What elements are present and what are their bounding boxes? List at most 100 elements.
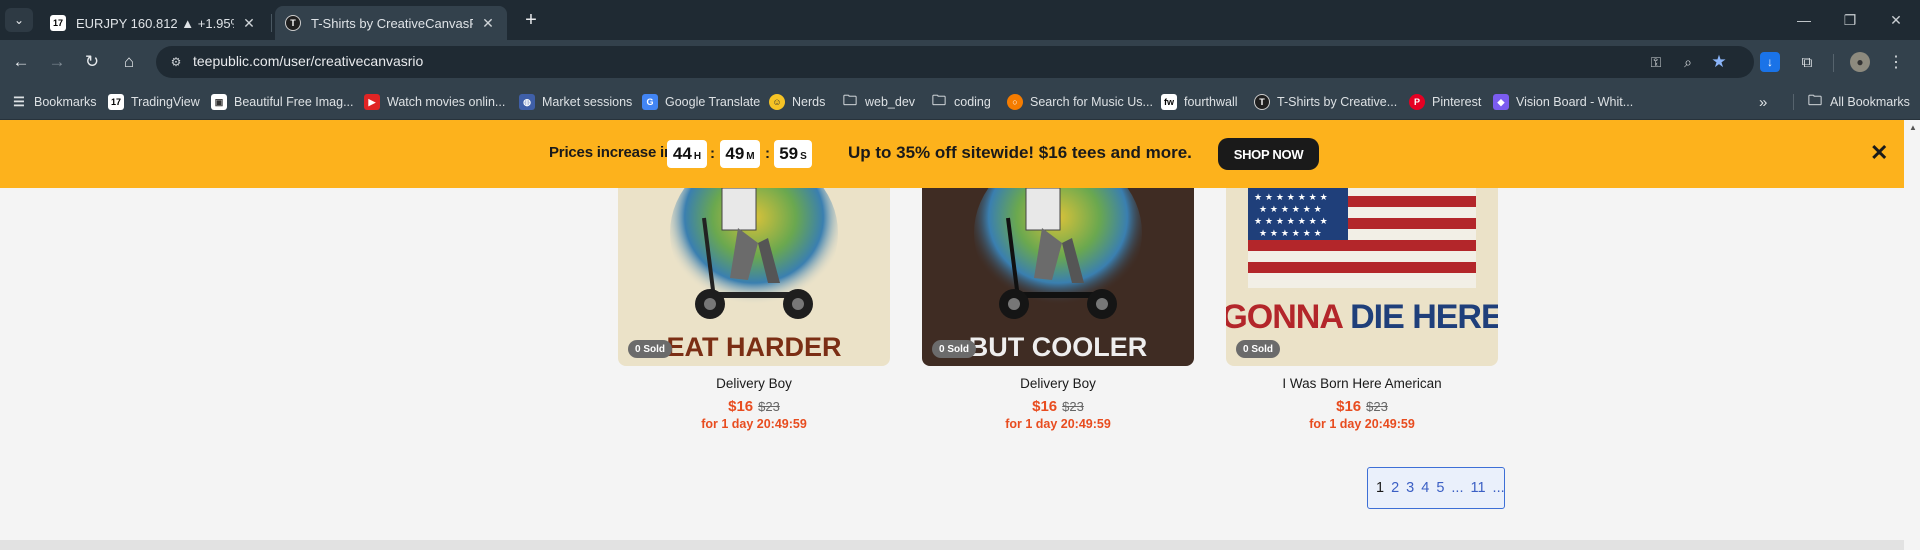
page-link[interactable]: 2	[1391, 480, 1399, 496]
bookmark-coding[interactable]: 🗀 coding	[931, 92, 991, 112]
bookmarks-divider	[1793, 94, 1794, 110]
product-price: $16 $23	[922, 398, 1194, 416]
close-icon[interactable]: ✕	[479, 14, 497, 32]
countdown-separator: :	[710, 145, 715, 162]
new-tab-button[interactable]: +	[519, 8, 543, 32]
product-card[interactable]: EAT HARDER 0 Sold Delivery Boy $16 $23 fo…	[618, 188, 890, 431]
smiley-icon: ☺	[769, 94, 785, 110]
page-link[interactable]: 11	[1470, 480, 1485, 496]
bookmark-nerds[interactable]: ☺ Nerds	[769, 92, 825, 112]
extensions-icon[interactable]: ⧉	[1797, 52, 1817, 72]
bookmark-web-dev[interactable]: 🗀 web_dev	[842, 92, 915, 112]
fourthwall-icon: fw	[1161, 94, 1177, 110]
url-text[interactable]: teepublic.com/user/creativecanvasrio	[193, 53, 423, 69]
tab-eurjpy[interactable]: 17 EURJPY 160.812 ▲ +1.95% Trad ✕	[40, 6, 268, 40]
promo-lead: Prices increase in	[549, 144, 673, 161]
tradingview-icon: 17	[108, 94, 124, 110]
bookmark-star-icon[interactable]: ★	[1709, 52, 1729, 72]
countdown-hours: 44 H	[667, 140, 707, 168]
bookmark-watch-movies[interactable]: ▶ Watch movies onlin...	[364, 92, 505, 112]
bookmark-tshirts[interactable]: T T-Shirts by Creative...	[1254, 92, 1397, 112]
product-card[interactable]: BUT COOLER 0 Sold Delivery Boy $16 $23 fo…	[922, 188, 1194, 431]
menu-icon[interactable]: ⋮	[1886, 52, 1906, 72]
product-name[interactable]: Delivery Boy	[618, 376, 890, 391]
home-button[interactable]: ⌂	[117, 50, 141, 74]
countdown-seconds: 59 S	[774, 140, 812, 168]
product-image[interactable]: BUT COOLER 0 Sold	[922, 188, 1194, 366]
page-link[interactable]: 5	[1436, 480, 1444, 496]
folder-icon: 🗀	[932, 92, 946, 108]
back-button[interactable]: ←	[9, 50, 33, 74]
footer-divider	[0, 540, 1904, 550]
bookmark-tradingview[interactable]: 17 TradingView	[108, 92, 200, 112]
bookmarks-bar: ☰ Bookmarks 17 TradingView ▣ Beautiful Free…	[0, 84, 1920, 120]
translate-icon: G	[642, 94, 658, 110]
play-icon: ▶	[364, 94, 380, 110]
sale-price: $16	[728, 398, 754, 415]
promo-headline: Up to 35% off sitewide! $16 tees and mor…	[848, 143, 1192, 162]
forward-button[interactable]: →	[45, 50, 69, 74]
bookmark-bookmarks[interactable]: ☰ Bookmarks	[11, 92, 96, 112]
sold-badge: 0 Sold	[628, 340, 673, 358]
slogan-text: EAT HARDER	[667, 332, 842, 362]
bookmark-pinterest[interactable]: P Pinterest	[1409, 92, 1481, 112]
tab-search-button[interactable]: ⌄	[5, 8, 33, 32]
sale-timer: for 1 day 20:49:59	[701, 417, 807, 431]
page-ellipsis[interactable]: ...	[1493, 480, 1505, 496]
product-price: $16 $23	[618, 398, 890, 416]
zoom-icon[interactable]: ⌕	[1678, 52, 1698, 72]
original-price: $23	[758, 399, 780, 414]
product-image[interactable]: EAT HARDER 0 Sold	[618, 188, 890, 366]
close-icon[interactable]: ✕	[1870, 140, 1888, 166]
folder-icon: 🗀	[843, 92, 857, 108]
sale-timer: for 1 day 20:49:59	[1005, 417, 1111, 431]
scrollbar[interactable]	[1904, 120, 1920, 550]
svg-text:★ ★ ★ ★ ★ ★ ★: ★ ★ ★ ★ ★ ★ ★	[1254, 217, 1328, 227]
sold-badge: 0 Sold	[1236, 340, 1281, 358]
page-link[interactable]: 4	[1421, 480, 1429, 496]
download-icon[interactable]: ↓	[1760, 52, 1780, 72]
bookmark-search-music[interactable]: ○ Search for Music Us...	[1007, 92, 1153, 112]
address-bar[interactable]: ⚙ teepublic.com/user/creativecanvasrio ⚿…	[156, 46, 1754, 78]
product-price: $16 $23	[1226, 398, 1498, 416]
bookmark-market-sessions[interactable]: ◍ Market sessions	[519, 92, 632, 112]
toolbar-divider	[1833, 54, 1834, 72]
pagination: 1 2 3 4 5 ... 11 ...	[1367, 467, 1505, 509]
site-info-icon[interactable]: ⚙	[168, 54, 184, 70]
vision-board-icon: ◆	[1493, 94, 1509, 110]
teepublic-icon: T	[1254, 94, 1270, 110]
page-ellipsis: ...	[1451, 480, 1464, 496]
restore-button[interactable]: ❐	[1827, 0, 1873, 40]
profile-avatar[interactable]: ●	[1850, 52, 1870, 72]
browser-toolbar: ← → ↻ ⌂ ⚙ teepublic.com/user/creativecan…	[0, 40, 1920, 84]
all-bookmarks-button[interactable]: 🗀 All Bookmarks	[1807, 92, 1910, 112]
window-close-button[interactable]: ✕	[1873, 0, 1919, 40]
bookmark-free-images[interactable]: ▣ Beautiful Free Imag...	[211, 92, 354, 112]
sale-price: $16	[1336, 398, 1362, 415]
svg-text:★ ★ ★ ★ ★ ★ ★: ★ ★ ★ ★ ★ ★ ★	[1254, 193, 1328, 203]
shop-now-button[interactable]: SHOP NOW	[1218, 138, 1319, 170]
original-price: $23	[1062, 399, 1084, 414]
reload-button[interactable]: ↻	[80, 50, 104, 74]
tab-teepublic[interactable]: T T-Shirts by CreativeCanvasRio | ✕	[275, 6, 507, 40]
tab-title: T-Shirts by CreativeCanvasRio |	[311, 15, 473, 31]
pinterest-icon: P	[1409, 94, 1425, 110]
product-image[interactable]: ★ ★ ★ ★ ★ ★ ★ ★ ★ ★ ★ ★ ★ ★ ★ ★ ★ ★ ★ ★ …	[1226, 188, 1498, 366]
scroll-up-arrow-icon[interactable]: ▲	[1909, 123, 1917, 132]
original-price: $23	[1366, 399, 1388, 414]
close-icon[interactable]: ✕	[240, 14, 258, 32]
product-card[interactable]: ★ ★ ★ ★ ★ ★ ★ ★ ★ ★ ★ ★ ★ ★ ★ ★ ★ ★ ★ ★ …	[1226, 188, 1498, 431]
more-bookmarks-button[interactable]: »	[1759, 92, 1767, 112]
tradingview-icon: 17	[50, 15, 66, 31]
page-current: 1	[1376, 480, 1385, 496]
minimize-button[interactable]: —	[1781, 0, 1827, 40]
slogan-text: GONNA DIE HERE	[1226, 298, 1498, 336]
bookmark-fourthwall[interactable]: fw fourthwall	[1161, 92, 1238, 112]
bookmark-google-translate[interactable]: G Google Translate	[642, 92, 760, 112]
page-link[interactable]: 3	[1406, 480, 1414, 496]
countdown-separator: :	[765, 145, 770, 162]
password-key-icon[interactable]: ⚿	[1646, 52, 1666, 72]
product-name[interactable]: I Was Born Here American	[1226, 376, 1498, 391]
bookmark-vision-board[interactable]: ◆ Vision Board - Whit...	[1493, 92, 1633, 112]
product-name[interactable]: Delivery Boy	[922, 376, 1194, 391]
